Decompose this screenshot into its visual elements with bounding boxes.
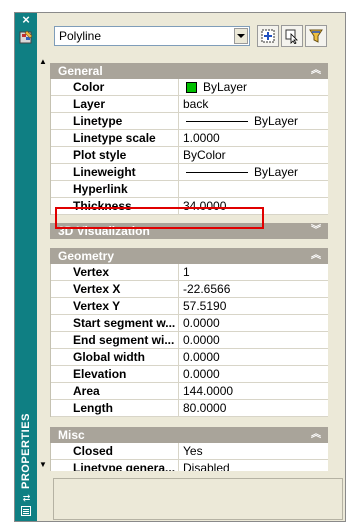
property-row-hyperlink[interactable]: Hyperlink bbox=[51, 181, 328, 198]
property-row-layer[interactable]: Layer back bbox=[51, 96, 328, 113]
property-value[interactable]: 80.0000 bbox=[180, 400, 328, 416]
property-row-linetype-generation[interactable]: Linetype genera... Disabled bbox=[51, 460, 328, 471]
property-value[interactable]: 1 bbox=[180, 264, 328, 280]
property-value[interactable]: 0.0000 bbox=[180, 315, 328, 331]
property-label: Linetype scale bbox=[51, 130, 179, 146]
section-title: Misc bbox=[58, 428, 85, 442]
property-value[interactable] bbox=[180, 181, 328, 197]
thickness-highlight-box bbox=[55, 207, 264, 229]
property-label: Length bbox=[51, 400, 179, 416]
property-label: Vertex X bbox=[51, 281, 179, 297]
property-row-linetype-scale[interactable]: Linetype scale 1.0000 bbox=[51, 130, 328, 147]
property-row-length[interactable]: Length 80.0000 bbox=[51, 400, 328, 417]
property-row-plot-style[interactable]: Plot style ByColor bbox=[51, 147, 328, 164]
property-row-end-segment-width[interactable]: End segment wi... 0.0000 bbox=[51, 332, 328, 349]
property-value[interactable]: 1.0000 bbox=[180, 130, 328, 146]
section-title: Geometry bbox=[58, 249, 115, 263]
linetype-preview-icon bbox=[186, 121, 248, 123]
quick-select-icon bbox=[261, 29, 275, 43]
property-label: End segment wi... bbox=[51, 332, 179, 348]
property-label: Linetype bbox=[51, 113, 179, 129]
property-label: Vertex Y bbox=[51, 298, 179, 314]
toggle-pickadd-button[interactable] bbox=[305, 25, 327, 47]
property-value[interactable]: 0.0000 bbox=[180, 366, 328, 382]
property-row-elevation[interactable]: Elevation 0.0000 bbox=[51, 366, 328, 383]
property-label: Lineweight bbox=[51, 164, 179, 180]
properties-palette: × PROPERTIES ⇄ Polyline ▲ ▼ General ︽ Co… bbox=[14, 12, 346, 522]
property-row-vertex-y[interactable]: Vertex Y 57.5190 bbox=[51, 298, 328, 315]
property-label: Closed bbox=[51, 443, 179, 459]
lineweight-preview-icon bbox=[186, 172, 248, 174]
property-label: Linetype genera... bbox=[51, 460, 179, 471]
object-type-select[interactable]: Polyline bbox=[54, 26, 250, 46]
properties-grid-misc: Closed Yes Linetype genera... Disabled bbox=[50, 443, 328, 471]
property-label: Elevation bbox=[51, 366, 179, 382]
property-label: Layer bbox=[51, 96, 179, 112]
object-type-value: Polyline bbox=[59, 29, 102, 43]
property-value[interactable]: ByColor bbox=[180, 147, 328, 163]
property-value[interactable]: Yes bbox=[180, 443, 328, 459]
linetype-value: ByLayer bbox=[254, 114, 299, 128]
property-value[interactable]: 144.0000 bbox=[180, 383, 328, 399]
close-icon[interactable]: × bbox=[19, 13, 33, 27]
property-row-lineweight[interactable]: Lineweight ByLayer bbox=[51, 164, 328, 181]
property-value[interactable]: 0.0000 bbox=[180, 332, 328, 348]
property-value[interactable]: 0.0000 bbox=[180, 349, 328, 365]
palette-menu-icon[interactable] bbox=[21, 506, 31, 516]
select-objects-icon bbox=[285, 29, 298, 44]
section-header-general[interactable]: General ︽ bbox=[50, 63, 328, 79]
property-value[interactable]: back bbox=[180, 96, 328, 112]
property-label: Global width bbox=[51, 349, 179, 365]
property-value[interactable]: -22.6566 bbox=[180, 281, 328, 297]
property-label: Area bbox=[51, 383, 179, 399]
description-panel bbox=[53, 478, 343, 520]
property-row-linetype[interactable]: Linetype ByLayer bbox=[51, 113, 328, 130]
property-value[interactable]: ByLayer bbox=[180, 164, 328, 180]
property-label: Hyperlink bbox=[51, 181, 179, 197]
filter-icon bbox=[309, 29, 323, 43]
property-value[interactable]: ByLayer bbox=[180, 113, 328, 129]
property-label: Start segment w... bbox=[51, 315, 179, 331]
property-label: Color bbox=[51, 79, 179, 95]
vertical-scrollbar[interactable]: ▲ ▼ bbox=[37, 55, 49, 473]
auto-hide-icon[interactable]: ⇄ bbox=[21, 493, 32, 503]
properties-grid-general: Color ByLayer Layer back Linetype ByLaye… bbox=[50, 79, 328, 215]
property-value[interactable]: Disabled bbox=[180, 460, 328, 471]
collapse-icon[interactable]: ︽ bbox=[310, 429, 322, 441]
chevron-down-icon[interactable] bbox=[234, 28, 248, 44]
property-value[interactable]: ByLayer bbox=[180, 79, 328, 95]
section-title: General bbox=[58, 64, 103, 78]
properties-palette-icon bbox=[19, 30, 33, 44]
color-swatch-icon bbox=[186, 82, 197, 94]
quick-select-button[interactable] bbox=[257, 25, 279, 47]
section-header-geometry[interactable]: Geometry ︽ bbox=[50, 248, 328, 264]
collapse-icon[interactable]: ︽ bbox=[310, 250, 322, 262]
expand-icon[interactable]: ︾ bbox=[310, 225, 322, 237]
property-row-vertex[interactable]: Vertex 1 bbox=[51, 264, 328, 281]
property-row-area[interactable]: Area 144.0000 bbox=[51, 383, 328, 400]
properties-grid-geometry: Vertex 1 Vertex X -22.6566 Vertex Y 57.5… bbox=[50, 264, 328, 417]
property-row-color[interactable]: Color ByLayer bbox=[51, 79, 328, 96]
property-value[interactable]: 57.5190 bbox=[180, 298, 328, 314]
select-objects-button[interactable] bbox=[281, 25, 303, 47]
lineweight-value: ByLayer bbox=[254, 165, 299, 179]
section-header-misc[interactable]: Misc ︽ bbox=[50, 427, 328, 443]
property-label: Plot style bbox=[51, 147, 179, 163]
property-row-vertex-x[interactable]: Vertex X -22.6566 bbox=[51, 281, 328, 298]
palette-title: PROPERTIES bbox=[20, 413, 32, 489]
scroll-down-icon[interactable]: ▼ bbox=[38, 460, 48, 470]
palette-titlebar[interactable]: × PROPERTIES ⇄ bbox=[15, 13, 37, 521]
property-row-start-segment-width[interactable]: Start segment w... 0.0000 bbox=[51, 315, 328, 332]
collapse-icon[interactable]: ︽ bbox=[310, 65, 322, 77]
property-label: Vertex bbox=[51, 264, 179, 280]
property-row-closed[interactable]: Closed Yes bbox=[51, 443, 328, 460]
color-value: ByLayer bbox=[203, 80, 248, 94]
scroll-up-icon[interactable]: ▲ bbox=[38, 57, 48, 67]
property-row-global-width[interactable]: Global width 0.0000 bbox=[51, 349, 328, 366]
